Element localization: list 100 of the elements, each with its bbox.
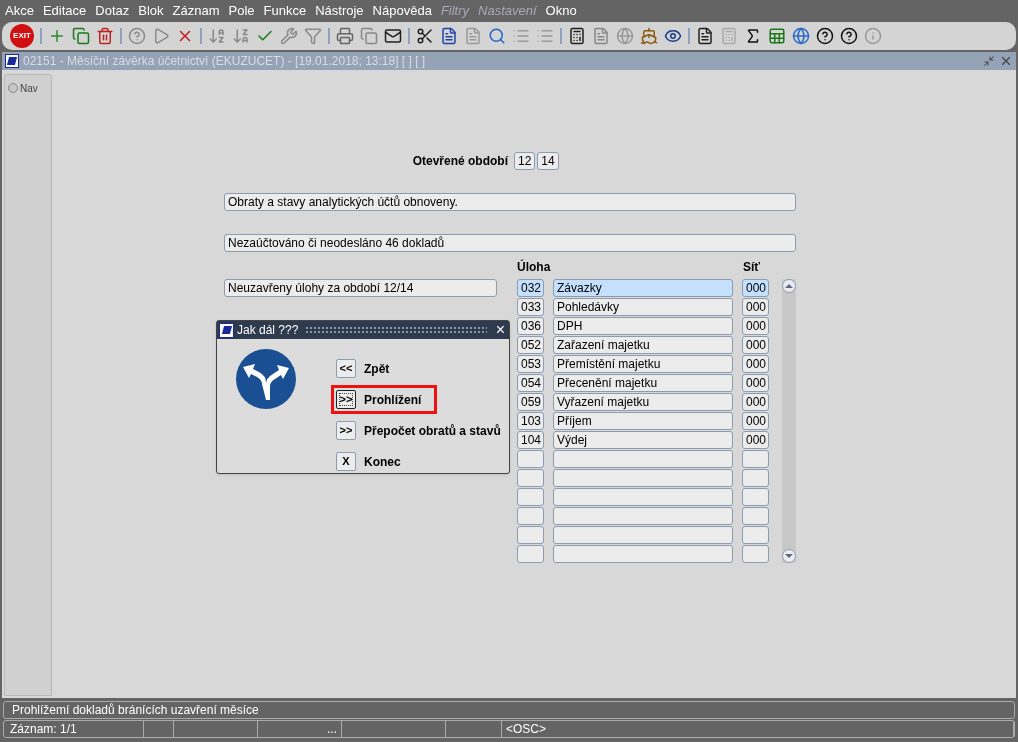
network-cell[interactable]: 000 [742, 317, 769, 335]
network-cell[interactable]: 000 [742, 355, 769, 373]
task-code-cell[interactable]: 033 [517, 298, 544, 316]
task-name-cell[interactable]: Přemístění majetku [553, 355, 733, 373]
wrench-icon[interactable] [280, 27, 298, 45]
period-field[interactable]: 12 [514, 152, 536, 170]
network-cell[interactable]: 000 [742, 412, 769, 430]
eye-icon[interactable] [664, 27, 682, 45]
task-code-cell[interactable]: 059 [517, 393, 544, 411]
network-cell[interactable]: 000 [742, 393, 769, 411]
copy-record-icon[interactable] [72, 27, 90, 45]
document-icon[interactable] [592, 27, 610, 45]
option-button[interactable]: >> [336, 390, 356, 409]
network-cell[interactable]: 000 [742, 279, 769, 297]
task-name-cell[interactable]: Příjem [553, 412, 733, 430]
network-cell[interactable]: 000 [742, 431, 769, 449]
copies-icon[interactable] [360, 27, 378, 45]
globe-icon[interactable] [616, 27, 634, 45]
option-button[interactable]: >> [336, 421, 356, 440]
search-icon[interactable] [488, 27, 506, 45]
network-cell[interactable] [742, 488, 769, 506]
status-message: Prohlížemí dokladů bránících uzavření měsíce [3, 701, 1015, 719]
task-name-cell[interactable] [553, 450, 733, 468]
browser-icon[interactable] [792, 27, 810, 45]
menu-item[interactable]: Editace [39, 1, 90, 21]
restore-icon[interactable] [983, 55, 995, 67]
network-cell[interactable] [742, 526, 769, 544]
menu-item[interactable]: Nástroje [312, 1, 367, 21]
menu-item[interactable]: Funkce [260, 1, 310, 21]
task-name-cell[interactable] [553, 488, 733, 506]
query-icon[interactable] [128, 27, 146, 45]
period-field[interactable]: 14 [537, 152, 559, 170]
close-button[interactable]: × [493, 322, 507, 338]
task-name-cell[interactable]: DPH [553, 317, 733, 335]
scroll-down-icon[interactable] [782, 549, 796, 563]
scroll-up-icon[interactable] [782, 279, 796, 293]
task-code-cell[interactable]: 036 [517, 317, 544, 335]
network-cell[interactable]: 000 [742, 336, 769, 354]
task-name-cell[interactable]: Zařazení majetku [553, 336, 733, 354]
network-cell[interactable] [742, 450, 769, 468]
delete-record-icon[interactable] [96, 27, 114, 45]
message-field[interactable]: Neuzavřeny úlohy za období 12/14 [224, 279, 497, 297]
task-name-cell[interactable]: Vyřazení majetku [553, 393, 733, 411]
scrollbar[interactable] [782, 279, 796, 563]
add-record-icon[interactable] [48, 27, 66, 45]
task-code-cell[interactable] [517, 450, 544, 468]
network-cell[interactable] [742, 545, 769, 563]
task-code-cell[interactable]: 054 [517, 374, 544, 392]
task-code-cell[interactable] [517, 545, 544, 563]
network-cell[interactable] [742, 507, 769, 525]
task-name-cell[interactable] [553, 526, 733, 544]
task-code-cell[interactable] [517, 526, 544, 544]
task-name-cell[interactable] [553, 507, 733, 525]
help-icon[interactable] [816, 27, 834, 45]
menu-item[interactable]: Akce [2, 1, 37, 21]
task-code-cell[interactable] [517, 488, 544, 506]
printer-icon[interactable] [336, 27, 354, 45]
context-help-icon[interactable] [840, 27, 858, 45]
mail-icon[interactable] [384, 27, 402, 45]
task-name-cell[interactable] [553, 545, 733, 563]
task-code-cell[interactable]: 032 [517, 279, 544, 297]
task-name-cell[interactable]: Pohledávky [553, 298, 733, 316]
network-cell[interactable]: 000 [742, 298, 769, 316]
message-field[interactable]: Obraty a stavy analytických účtů obnoveny. [224, 193, 796, 211]
menu-item[interactable]: Blok [135, 1, 167, 21]
task-code-cell[interactable]: 103 [517, 412, 544, 430]
column-header: Síť [743, 259, 761, 276]
menu-item[interactable]: Pole [225, 1, 258, 21]
nav-radio[interactable] [8, 83, 18, 93]
sort-descending-icon[interactable] [232, 27, 250, 45]
fork-road-sign-icon [235, 348, 297, 410]
option-button[interactable]: X [336, 452, 356, 471]
task-code-cell[interactable]: 104 [517, 431, 544, 449]
close-icon[interactable] [999, 54, 1013, 68]
task-code-cell[interactable] [517, 507, 544, 525]
option-button[interactable]: << [336, 359, 356, 378]
info-icon[interactable] [864, 27, 882, 45]
exit-button[interactable]: EXIT [10, 24, 34, 48]
menu-item[interactable]: Záznam [169, 1, 223, 21]
task-name-cell[interactable]: Přecenění majetku [553, 374, 733, 392]
task-name-cell[interactable]: Výdej [553, 431, 733, 449]
task-code-cell[interactable] [517, 469, 544, 487]
menu-item[interactable]: Okno [542, 1, 580, 21]
message-field[interactable]: Nezaúčtováno či neodesláno 46 dokladů [224, 234, 796, 252]
menu-item[interactable]: Dotaz [92, 1, 133, 21]
network-cell[interactable]: 000 [742, 374, 769, 392]
task-name-cell[interactable]: Závazky [553, 279, 733, 297]
text-format-icon[interactable] [464, 27, 482, 45]
network-cell[interactable] [742, 469, 769, 487]
sort-ascending-icon[interactable] [208, 27, 226, 45]
task-code-cell[interactable]: 052 [517, 336, 544, 354]
menu-item[interactable]: Nápověda [369, 1, 435, 21]
filter-icon[interactable] [304, 27, 322, 45]
text-icon[interactable] [440, 27, 458, 45]
task-code-cell[interactable]: 053 [517, 355, 544, 373]
list-icon[interactable] [512, 27, 530, 45]
spreadsheet-icon[interactable] [768, 27, 786, 45]
task-name-cell[interactable] [553, 469, 733, 487]
run-query-icon[interactable] [152, 27, 170, 45]
scissors-icon[interactable] [416, 27, 434, 45]
